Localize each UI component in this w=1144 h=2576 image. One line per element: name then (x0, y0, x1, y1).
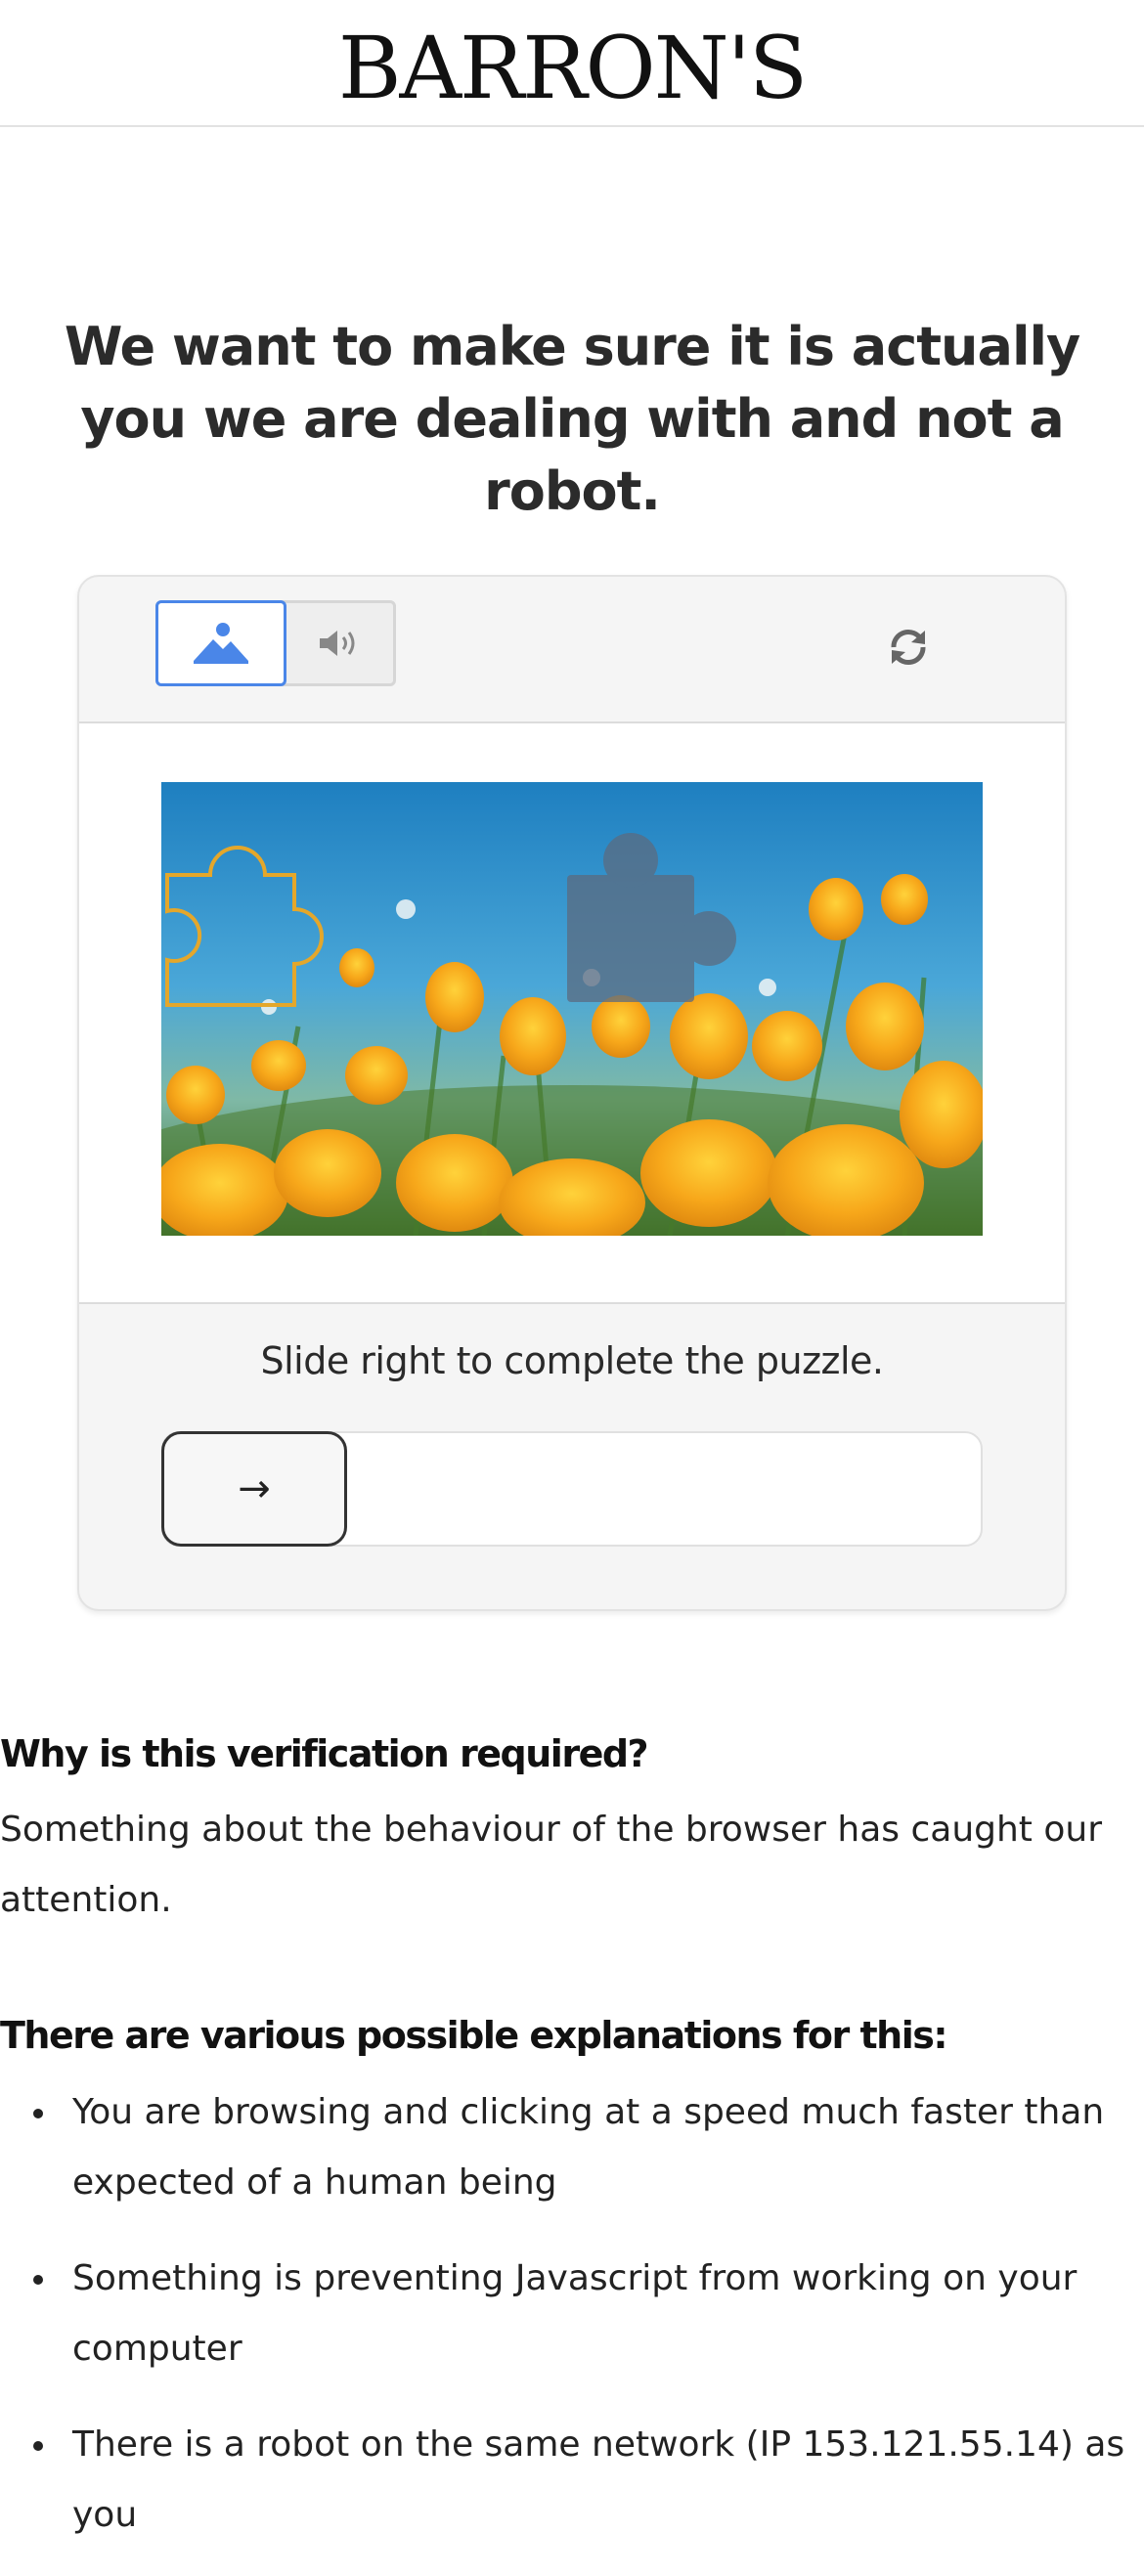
bullet-icon (33, 2109, 43, 2118)
list-item: Something is preventing Javascript from … (0, 2244, 1144, 2384)
audio-mode-button[interactable] (286, 603, 394, 683)
image-mode-button[interactable] (155, 600, 286, 686)
list-item: You are browsing and clicking at a speed… (0, 2077, 1144, 2218)
captcha-toolbar (79, 577, 1065, 723)
captcha-widget: Slide right to complete the puzzle. → (77, 575, 1067, 1611)
why-title: Why is this verification required? (0, 1732, 649, 1775)
captcha-mode-toggle (155, 600, 396, 686)
reasons-list: You are browsing and clicking at a speed… (0, 2077, 1144, 2576)
puzzle-image (161, 782, 983, 1236)
slider-handle[interactable]: → (161, 1431, 347, 1547)
puzzle-area (79, 723, 1065, 1304)
arrow-right-icon: → (238, 1466, 271, 1511)
site-header: BARRON'S (0, 0, 1144, 127)
bullet-icon (33, 2275, 43, 2285)
refresh-icon (891, 629, 926, 666)
image-icon (194, 623, 248, 664)
puzzle-instruction: Slide right to complete the puzzle. (260, 1339, 884, 1382)
bullet-icon (33, 2441, 43, 2451)
refresh-button[interactable] (879, 618, 938, 677)
flower-field-photo (161, 782, 983, 1236)
list-item: There is a robot on the same network (IP… (0, 2410, 1144, 2551)
why-text: Something about the behaviour of the bro… (0, 1810, 1103, 1920)
speaker-icon (320, 631, 355, 656)
barrons-logo[interactable]: BARRON'S (0, 10, 1144, 127)
page-headline: We want to make sure it is actually you … (64, 316, 1080, 522)
reasons-title: There are various possible explanations … (0, 2014, 948, 2057)
